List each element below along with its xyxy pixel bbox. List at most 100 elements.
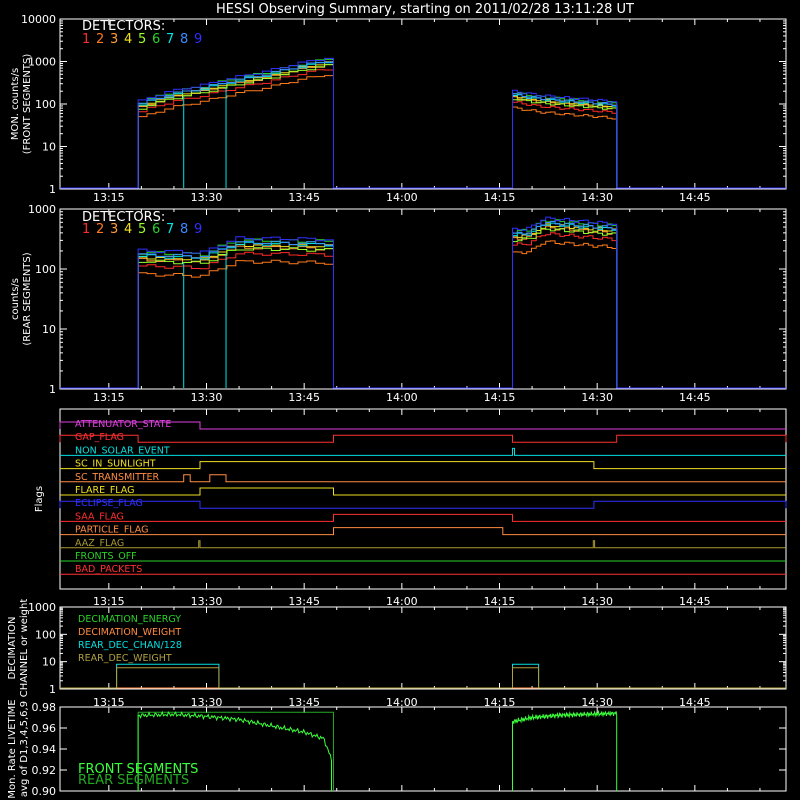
y-tick-label: 100 (35, 263, 56, 276)
legend-detector-7: 7 (166, 222, 174, 237)
x-tick-label: 14:15 (484, 391, 516, 404)
legend-detector-9: 9 (194, 222, 202, 237)
x-tick-label: 13:30 (191, 595, 223, 608)
livetime-legend: FRONT SEGMENTSREAR SEGMENTS (78, 762, 198, 788)
livetime-y-label-line1: Mon. Rate LIVETIME (7, 699, 18, 798)
y-tick-label: 0.94 (32, 743, 57, 756)
y-tick-label: 10000 (21, 13, 56, 26)
detector-7-trace (60, 62, 786, 189)
legend-detector-4: 4 (124, 32, 132, 47)
flag-label: AAZ_FLAG (75, 538, 124, 549)
rear-detector-legend: 123456789 (82, 222, 202, 237)
detector-2-trace (60, 240, 786, 389)
flag-label: SC_IN_SUNLIGHT (75, 459, 156, 470)
decimation-legend-item: REAR_DEC_CHAN/128 (78, 640, 182, 651)
decimation-legend: DECIMATION_ENERGY DECIMATION_WEIGHT REAR_D… (78, 614, 182, 664)
x-tick-label: 14:15 (484, 191, 516, 204)
detector-7-trace (60, 222, 786, 389)
detector-6-trace (60, 219, 786, 389)
front-ticks: 13:15 13:30 13:45 14:00 14:15 14:30 14:45 1 10 10… (21, 13, 786, 204)
y-tick-label: 1 (49, 183, 56, 196)
flags-y-axis-label: Flags (34, 486, 45, 512)
flag-label: BAD_PACKETS (75, 564, 142, 575)
legend-detector-8: 8 (180, 222, 188, 237)
detector-5-trace (60, 227, 786, 389)
y-tick-label: 0.90 (32, 785, 57, 798)
front-series (60, 57, 786, 189)
y-tick-label: 0.92 (32, 764, 57, 777)
x-tick-label: 14:45 (679, 391, 711, 404)
y-tick-label: 10 (42, 656, 56, 669)
flag-label: SAA_FLAG (75, 511, 124, 522)
y-tick-label: 100 (35, 628, 56, 641)
rear-series (60, 216, 786, 389)
y-tick-label: 10 (42, 323, 56, 336)
detector-3-trace (60, 64, 786, 189)
flag-traces: ATTENUATOR_STATE GAP_FLAG NON_SOLAR_EVENT S… (59, 419, 787, 575)
flag-label: ECLIPSE_FLAG (75, 498, 143, 509)
x-tick-label: 13:45 (288, 391, 320, 404)
flag-trace-flare_flag (60, 487, 786, 496)
legend-detector-3: 3 (110, 32, 118, 47)
flag-label: PARTICLE_FLAG (75, 525, 148, 536)
flag-trace-gap_flag (59, 434, 787, 443)
x-tick-label: 13:15 (93, 595, 125, 608)
decimation-y-axis-label: DECIMATION CHANNEL or weight (7, 599, 30, 698)
flag-trace-sc_in_sunlight (60, 461, 786, 470)
flag-trace-aaz_flag (60, 540, 786, 549)
flags-plot-frame (59, 408, 787, 590)
decimation-y-label-line1: DECIMATION (7, 616, 18, 679)
detector-6-trace (60, 58, 786, 189)
x-tick-label: 14:00 (386, 595, 418, 608)
legend-detector-6: 6 (152, 32, 160, 47)
legend-detector-2: 2 (96, 32, 104, 47)
x-tick-label: 14:30 (581, 391, 613, 404)
livetime-legend-rear: REAR SEGMENTS (78, 773, 189, 788)
y-tick-label: 1 (49, 383, 56, 396)
observing-summary-figure: HESSI Observing Summary, starting on 201… (7, 2, 787, 799)
figure-title: HESSI Observing Summary, starting on 201… (216, 2, 634, 17)
flag-label: ATTENUATOR_STATE (75, 419, 171, 430)
x-tick-label: 13:15 (93, 191, 125, 204)
front-detector-legend: 123456789 (82, 32, 202, 47)
detector-4-trace (60, 61, 786, 189)
flag-label: NON_SOLAR_EVENT (75, 445, 170, 456)
x-tick-label: 13:45 (288, 595, 320, 608)
flag-label: FRONTS_OFF (75, 551, 137, 562)
legend-detector-3: 3 (110, 222, 118, 237)
detector-4-trace (60, 223, 786, 389)
detector-1-trace (60, 69, 786, 189)
rear-y-label-line1: counts/s (10, 278, 21, 320)
flag-label: FLARE_FLAG (75, 485, 135, 496)
rear-y-label-line2: (REAR SEGMENTS) (22, 252, 33, 345)
livetime-front-trace-2 (512, 709, 618, 791)
x-tick-label: 13:30 (191, 191, 223, 204)
legend-detector-9: 9 (194, 32, 202, 47)
legend-detector-7: 7 (166, 32, 174, 47)
decimation-legend-item: DECIMATION_WEIGHT (78, 627, 181, 638)
flag-trace-particle_flag (60, 527, 786, 536)
livetime-y-axis-label: Mon. Rate LIVETIME avg of D1,3,4,5,6,9 (7, 699, 30, 798)
decimation-legend-item: REAR_DEC_WEIGHT (78, 653, 172, 664)
front-y-label-line2: (FRONT SEGMENTS) (22, 54, 33, 155)
flag-trace-sc_transmitter (60, 474, 786, 483)
legend-detector-6: 6 (152, 222, 160, 237)
flags-panel: Flags 13:15 13:30 13:45 14:00 14:15 14:30 14:4… (34, 408, 787, 608)
rear-segments-panel: counts/s (REAR SEGMENTS) DETECTORS: 13:1… (10, 203, 787, 404)
decimation-legend-item: DECIMATION_ENERGY (78, 614, 181, 625)
y-tick-label: 1000 (28, 203, 56, 216)
y-tick-label: 100 (35, 98, 56, 111)
x-tick-label: 14:15 (484, 595, 516, 608)
flag-label: GAP_FLAG (75, 432, 124, 443)
legend-detector-4: 4 (124, 222, 132, 237)
detector-9-trace (60, 216, 786, 389)
y-tick-label: 0.96 (32, 722, 57, 735)
legend-detector-1: 1 (82, 222, 90, 237)
x-tick-label: 14:30 (581, 595, 613, 608)
livetime-y-label-line2: avg of D1,3,4,5,6,9 (19, 701, 30, 797)
y-tick-label: 10 (42, 141, 56, 154)
x-tick-label: 14:00 (386, 391, 418, 404)
rear-y-axis-label: counts/s (REAR SEGMENTS) (10, 252, 33, 345)
x-tick-label: 13:15 (93, 391, 125, 404)
x-tick-label: 14:45 (679, 595, 711, 608)
